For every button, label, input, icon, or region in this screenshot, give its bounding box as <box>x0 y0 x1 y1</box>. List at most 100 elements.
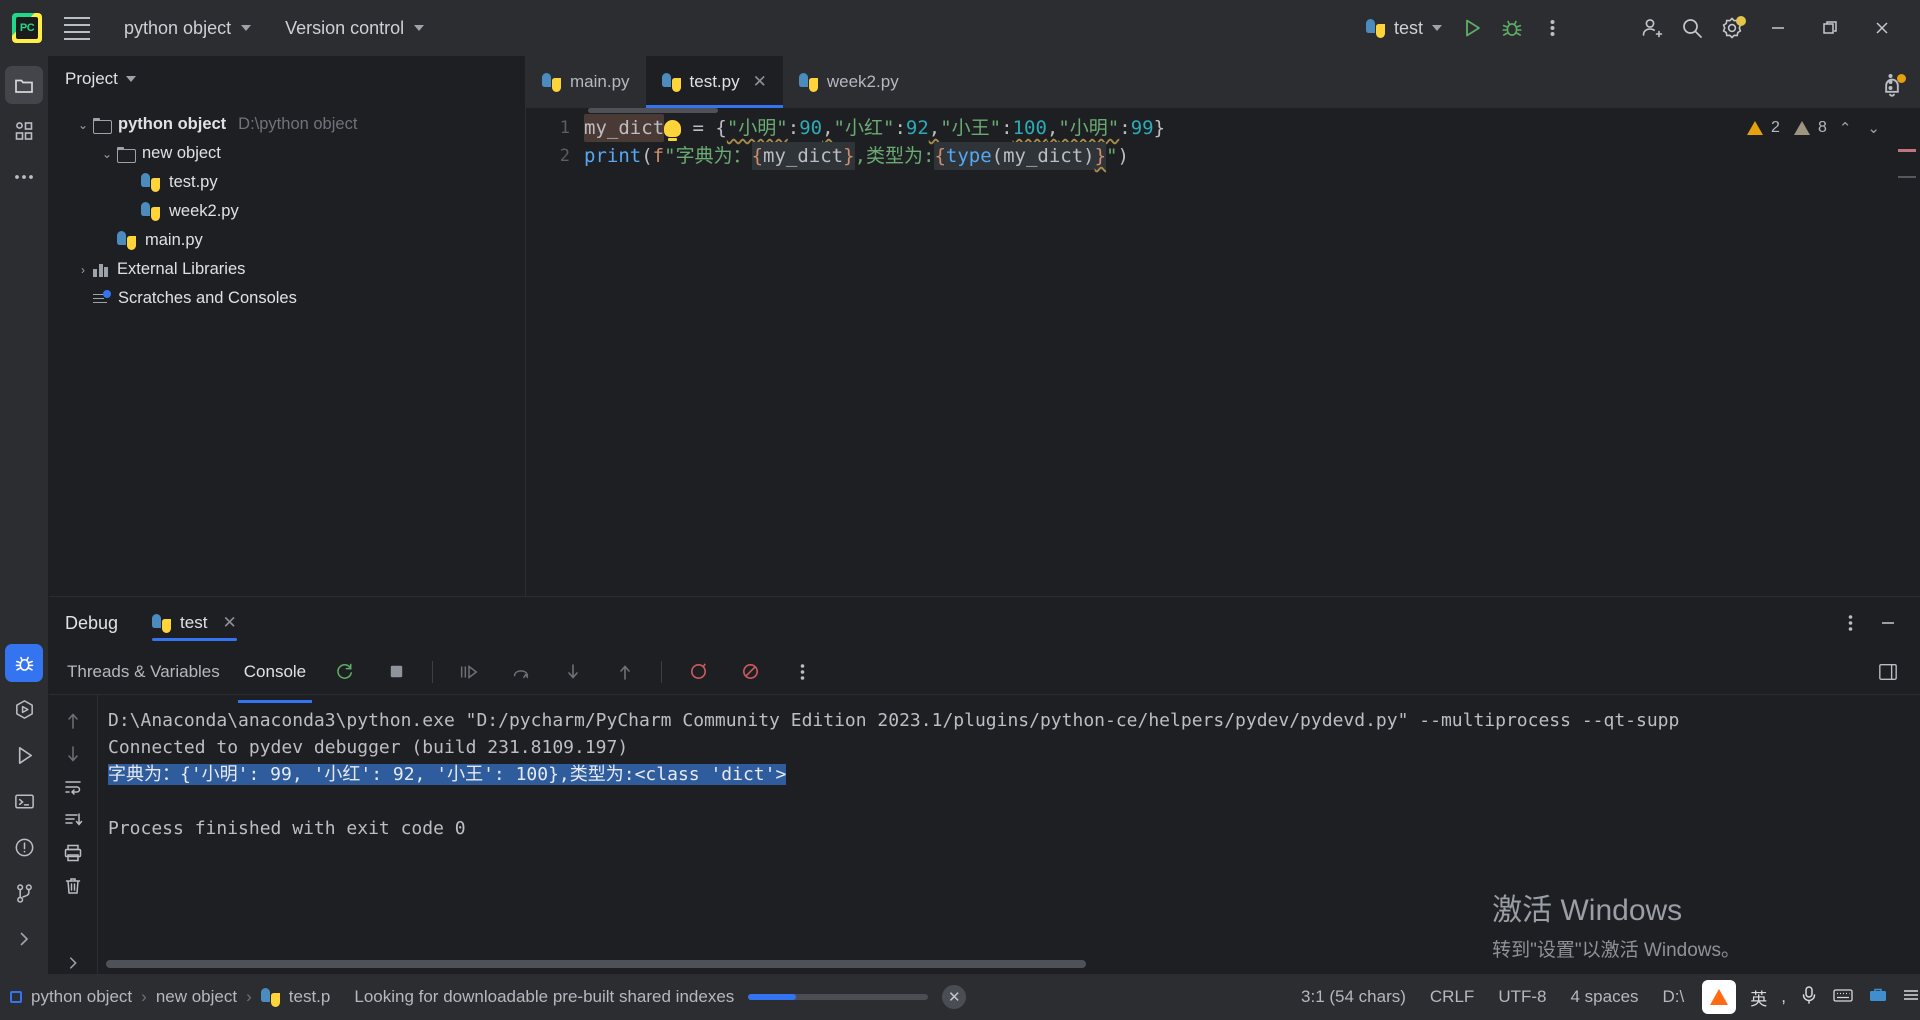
sidebar-item-structure[interactable] <box>5 112 43 150</box>
sidebar-item-services[interactable] <box>5 690 43 728</box>
expand-rail-icon[interactable] <box>5 920 43 958</box>
sidebar-item-project[interactable] <box>5 66 43 104</box>
version-control-menu[interactable]: Version control <box>275 13 434 44</box>
tree-node-label: main.py <box>145 231 203 249</box>
close-button[interactable] <box>1856 0 1908 56</box>
maximize-button[interactable] <box>1804 0 1856 56</box>
next-problem-icon[interactable]: ⌄ <box>1863 119 1884 137</box>
variable-with-intention-bulb[interactable]: my_dict <box>584 114 665 142</box>
python-file-icon <box>141 202 160 221</box>
editor-tab-week2-py[interactable]: week2.py <box>783 56 915 108</box>
tree-node-week2-py[interactable]: week2.py <box>49 197 525 226</box>
layout-settings-icon[interactable] <box>1872 656 1904 688</box>
scroll-up-icon[interactable] <box>57 709 89 732</box>
mute-breakpoints-icon[interactable] <box>682 656 714 688</box>
soft-wrap-icon[interactable] <box>57 775 89 798</box>
close-session-icon[interactable]: ✕ <box>222 613 236 633</box>
tab-threads-and-variables[interactable]: Threads & Variables <box>65 652 222 692</box>
breadcrumb-item-project[interactable]: python object <box>31 987 132 1007</box>
toolbox-icon[interactable] <box>1868 986 1888 1009</box>
step-out-icon[interactable] <box>609 656 641 688</box>
tree-node-new-object[interactable]: ⌄ new object <box>49 139 525 168</box>
notifications-button[interactable] <box>1878 72 1906 105</box>
problem-marker[interactable] <box>1898 176 1916 178</box>
clear-all-icon[interactable] <box>57 874 89 897</box>
inspection-gutter-strip[interactable] <box>1892 108 1920 596</box>
intention-bulb-icon[interactable] <box>664 119 682 141</box>
tree-node-scratches-and-consoles[interactable]: Scratches and Consoles <box>49 284 525 313</box>
chevron-down-icon[interactable]: ⌄ <box>73 118 93 132</box>
ime-mode-label[interactable]: 英 <box>1750 985 1767 1010</box>
sidebar-item-more[interactable] <box>5 158 43 196</box>
debug-options-icon[interactable] <box>1834 607 1866 639</box>
sidebar-item-run[interactable] <box>5 736 43 774</box>
tree-node-python-object[interactable]: ⌄ python object D:\python object <box>49 110 525 139</box>
file-encoding[interactable]: UTF-8 <box>1498 987 1546 1007</box>
resume-program-icon[interactable] <box>453 656 485 688</box>
debug-session-tab[interactable]: test ✕ <box>144 597 245 649</box>
indent-setting[interactable]: 4 spaces <box>1570 987 1638 1007</box>
main-menu-icon[interactable] <box>60 11 94 45</box>
editor-tab-main-py[interactable]: main.py <box>526 56 646 108</box>
search-button[interactable] <box>1672 8 1712 48</box>
previous-problem-icon[interactable]: ⌃ <box>1835 119 1856 137</box>
chevron-down-icon[interactable]: ⌄ <box>97 147 117 161</box>
step-over-icon[interactable] <box>505 656 537 688</box>
view-breakpoints-icon[interactable] <box>734 656 766 688</box>
scroll-down-icon[interactable] <box>57 742 89 765</box>
line-separator[interactable]: CRLF <box>1430 987 1474 1007</box>
line1-value-3: 100 <box>1012 117 1047 139</box>
problem-marker[interactable] <box>1898 149 1916 152</box>
status-bar: python object › new object › test.p Look… <box>0 974 1920 1020</box>
stop-icon[interactable] <box>380 656 412 688</box>
settings-button[interactable] <box>1712 8 1752 48</box>
editor-tab-bar: main.py test.py ✕ week2.py <box>526 56 1920 108</box>
inspections-widget[interactable]: 2 8 ⌃ ⌄ <box>1741 116 1890 140</box>
debug-button[interactable] <box>1492 8 1532 48</box>
workspace: Project ⌄ python object D:\python object… <box>49 56 1920 974</box>
rerun-icon[interactable] <box>328 656 360 688</box>
tree-node-external-libraries[interactable]: › External Libraries <box>49 255 525 284</box>
print-icon[interactable] <box>57 841 89 864</box>
tab-console[interactable]: Console <box>237 652 313 703</box>
sidebar-item-debug[interactable] <box>5 644 43 682</box>
sidebar-item-version-control[interactable] <box>5 874 43 912</box>
breadcrumb-item-folder[interactable]: new object <box>156 987 237 1007</box>
menu-icon[interactable] <box>1902 987 1920 1007</box>
code-content[interactable]: 1 my_dict = {"小明":90, "小红":92, "小王":100, "小… <box>526 108 1920 170</box>
minimize-button[interactable] <box>1752 0 1804 56</box>
project-panel-header[interactable]: Project <box>49 56 525 102</box>
keyboard-icon[interactable] <box>1832 986 1854 1009</box>
code-editor[interactable]: 2 8 ⌃ ⌄ 1 my_dict = {"小明": 90 , "小红":… <box>526 108 1920 596</box>
more-actions-button[interactable] <box>1532 8 1572 48</box>
close-tab-icon[interactable]: ✕ <box>753 72 767 92</box>
branch-path[interactable]: D:\ <box>1663 987 1685 1007</box>
console-horizontal-scrollbar[interactable] <box>106 960 1086 968</box>
tree-node-main-py[interactable]: main.py <box>49 226 525 255</box>
comma-icon[interactable]: , <box>1781 987 1786 1007</box>
tree-node-test-py[interactable]: test.py <box>49 168 525 197</box>
sidebar-item-problems[interactable] <box>5 828 43 866</box>
project-name-menu[interactable]: python object <box>114 13 261 44</box>
debug-more-icon[interactable] <box>786 656 818 688</box>
add-user-button[interactable] <box>1632 8 1672 48</box>
step-into-icon[interactable] <box>557 656 589 688</box>
breadcrumb-item-file[interactable]: test.p <box>289 987 331 1007</box>
background-task-progress <box>748 994 929 1000</box>
editor-tab-test-py[interactable]: test.py ✕ <box>645 56 784 108</box>
chevron-right-icon[interactable]: › <box>73 263 93 277</box>
hide-panel-icon[interactable] <box>1872 607 1904 639</box>
microphone-icon[interactable] <box>1800 985 1818 1010</box>
cancel-task-icon[interactable]: ✕ <box>942 985 967 1009</box>
caret-position[interactable]: 3:1 (54 chars) <box>1301 987 1406 1007</box>
run-button[interactable] <box>1452 8 1492 48</box>
console-side-toolbar <box>49 695 98 974</box>
expand-console-icon[interactable] <box>57 951 89 974</box>
run-configuration-selector[interactable]: test <box>1356 13 1452 44</box>
sogou-ime-icon[interactable] <box>1702 980 1737 1014</box>
sidebar-item-terminal[interactable] <box>5 782 43 820</box>
editor-scroll-indicator[interactable] <box>588 108 718 113</box>
console-output[interactable]: D:\Anaconda\anaconda3\python.exe "D:/pyc… <box>98 695 1920 974</box>
scroll-to-end-icon[interactable] <box>57 808 89 831</box>
